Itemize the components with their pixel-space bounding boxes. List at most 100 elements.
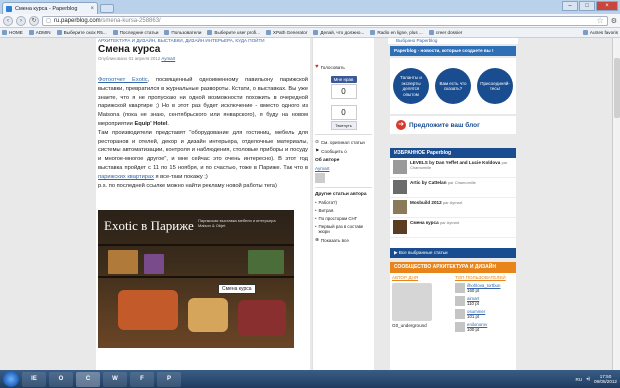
address-bar[interactable]: ◻ ru.paperblog.com/smena-kursa-258863/ ☆ bbox=[42, 15, 608, 26]
bookmark-icon bbox=[207, 30, 213, 35]
clock[interactable]: 17:50 09/05/2012 bbox=[594, 374, 617, 385]
like-count: 0 bbox=[330, 84, 357, 99]
taskbar-app[interactable]: W bbox=[103, 371, 127, 387]
page-title: Смена курса bbox=[98, 44, 161, 55]
other-articles-list: • Работа?) • Витрая. • По просторам СНГ • Пе… bbox=[315, 200, 372, 234]
folder-icon bbox=[582, 30, 588, 35]
breadcrumb[interactable]: АРХИТЕКТУРА И ДИЗАЙН, ВЫСТАВКИ, ДИЗАЙН И… bbox=[98, 38, 308, 43]
taskbar-app[interactable]: C bbox=[76, 371, 100, 387]
list-item[interactable]: • Первый раз в составе жюри bbox=[315, 224, 372, 234]
promo-circle[interactable]: Вам есть что сказать? bbox=[435, 68, 471, 104]
promo-circles: Таланты и эксперты делятся опытом Вам ес… bbox=[390, 58, 516, 114]
browser-tab[interactable]: Смена курса - Paperblog × bbox=[2, 2, 98, 14]
article-body: Фотоотчет Exotic, посвященный одноименно… bbox=[98, 77, 308, 189]
photo-caption: Смена курса bbox=[218, 284, 256, 294]
list-item[interactable]: LEVELS by Dan Yeffet and Lucie Koldova p… bbox=[390, 158, 516, 178]
author-name-link[interactable]: Aymart bbox=[315, 166, 372, 171]
list-item[interactable]: • Витрая. bbox=[315, 208, 372, 213]
back-button[interactable]: ‹ bbox=[3, 15, 13, 26]
all-featured-link[interactable]: ▶ Все выбранные статьи bbox=[390, 248, 516, 258]
community-heading: СООБЩЕСТВО АРХИТЕКТУРА И ДИЗАЙН bbox=[390, 262, 516, 273]
bookmark-icon bbox=[428, 30, 434, 35]
bookmark-item[interactable]: ADMIN bbox=[28, 30, 51, 35]
other-bookmarks[interactable]: Autres favoris bbox=[582, 30, 618, 35]
list-item[interactable]: aimart 110 pt bbox=[455, 296, 514, 306]
author-day-heading[interactable]: АВТОР ДНЯ bbox=[392, 275, 451, 280]
tweet-widget[interactable]: 0 Твитнуть bbox=[330, 105, 357, 130]
tab-close-icon[interactable]: × bbox=[90, 6, 94, 12]
exotic-link[interactable]: Фотоотчет Exotic bbox=[98, 77, 148, 83]
bookmarks-bar: HOME ADMIN Выберите охох R5... Последние… bbox=[0, 28, 620, 38]
tab-title: Смена курса - Paperblog bbox=[15, 5, 78, 12]
taskbar-app[interactable]: F bbox=[130, 371, 154, 387]
bookmark-item[interactable]: Делай, что должно... bbox=[313, 30, 364, 35]
avatar bbox=[455, 283, 465, 293]
volume-icon[interactable]: ◂) bbox=[586, 376, 590, 382]
avatar bbox=[455, 322, 465, 332]
tweet-button[interactable]: Твитнуть bbox=[330, 121, 357, 130]
community-box: СООБЩЕСТВО АРХИТЕКТУРА И ДИЗАЙН АВТОР ДН… bbox=[390, 262, 516, 370]
taskbar-app[interactable]: P bbox=[157, 371, 181, 387]
bookmark-icon bbox=[164, 30, 170, 35]
list-item[interactable]: enilonorov 100 pt bbox=[455, 322, 514, 332]
author-day-name[interactable]: G0_underground bbox=[392, 323, 451, 328]
reload-button[interactable]: ↻ bbox=[29, 15, 39, 26]
article-photo[interactable]: Exotic в Париже Парижская выставка мебел… bbox=[98, 210, 294, 348]
bookmark-icon bbox=[112, 30, 118, 35]
avatar[interactable] bbox=[392, 283, 432, 321]
bookmark-item[interactable]: Пользователи bbox=[164, 30, 201, 35]
scrollbar-thumb[interactable] bbox=[614, 58, 620, 118]
list-item[interactable]: osummer 101 pt bbox=[455, 309, 514, 319]
bookmark-item[interactable]: Выберите user profi... bbox=[207, 30, 260, 35]
start-button[interactable] bbox=[3, 371, 19, 387]
promo-circle[interactable]: Таланты и эксперты делятся опытом bbox=[393, 68, 429, 104]
bookmark-item[interactable]: HOME bbox=[2, 30, 23, 35]
avatar[interactable] bbox=[315, 173, 325, 183]
propose-blog-button[interactable]: ➜ Предложите ваш блог bbox=[390, 116, 516, 134]
list-item[interactable]: Artic by Cattelan par Chamomille bbox=[390, 178, 516, 198]
vote-button[interactable]: ♥ Голосовать bbox=[315, 64, 372, 70]
paperblog-banner[interactable]: Paperblog - новости, которые создаете вы… bbox=[390, 46, 516, 56]
report-link[interactable]: ⚑ Сообщить о bbox=[315, 148, 372, 154]
plus-icon: ⊕ bbox=[315, 237, 319, 242]
link-icon: ⊙ bbox=[315, 139, 319, 144]
minimize-button[interactable]: – bbox=[562, 1, 578, 11]
new-tab-button[interactable] bbox=[100, 4, 114, 13]
browser-titlebar: Смена курса - Paperblog × – □ × bbox=[0, 0, 620, 14]
page-icon: ◻ bbox=[46, 18, 51, 24]
bookmark-item[interactable]: Radio en ligne, plus ... bbox=[370, 30, 423, 35]
taskbar-app[interactable]: IE bbox=[22, 371, 46, 387]
close-window-button[interactable]: × bbox=[596, 1, 618, 11]
list-item[interactable]: ilhohlova_tortbun 160 pt bbox=[455, 283, 514, 293]
bookmark-icon bbox=[370, 30, 376, 35]
paperblog-selected-link[interactable]: Выбрано Paperblog bbox=[388, 38, 518, 44]
wrench-icon[interactable]: ⚙ bbox=[611, 17, 617, 25]
bookmark-icon bbox=[313, 30, 319, 35]
avatar bbox=[455, 296, 465, 306]
language-indicator[interactable]: RU bbox=[576, 377, 583, 382]
bookmark-item[interactable]: XPath Generator bbox=[265, 30, 307, 35]
author-link[interactable]: Aymart bbox=[161, 56, 175, 61]
heart-icon: ♥ bbox=[315, 64, 319, 70]
forward-button[interactable]: › bbox=[16, 15, 26, 26]
bookmark-star-icon[interactable]: ☆ bbox=[597, 16, 604, 25]
promo-circle[interactable]: Присоединяй-тесь! bbox=[477, 68, 513, 104]
bookmark-item[interactable]: Выберите охох R5... bbox=[56, 30, 107, 35]
list-item[interactable]: Mosbuild 2012 par Aymart bbox=[390, 198, 516, 218]
bookmark-item[interactable]: creer dossier bbox=[428, 30, 462, 35]
original-article-link[interactable]: ⊙ См. оригинал статьи bbox=[315, 139, 372, 145]
bookmark-icon bbox=[56, 30, 62, 35]
list-item[interactable]: • Работа?) bbox=[315, 200, 372, 205]
maximize-button[interactable]: □ bbox=[579, 1, 595, 11]
apartments-link[interactable]: парижских квартирах bbox=[98, 174, 154, 180]
arrow-right-icon: ➜ bbox=[396, 120, 406, 130]
vertical-scrollbar[interactable] bbox=[612, 38, 620, 370]
list-item[interactable]: • По просторам СНГ bbox=[315, 216, 372, 221]
list-item[interactable]: Смена курса par Aymart bbox=[390, 218, 516, 238]
facebook-like[interactable]: Мне нрав 0 bbox=[330, 76, 357, 99]
article: АРХИТЕКТУРА И ДИЗАЙН, ВЫСТАВКИ, ДИЗАЙН И… bbox=[96, 38, 310, 370]
taskbar-app[interactable]: O bbox=[49, 371, 73, 387]
top-users-heading[interactable]: ТОП ПОЛЬЗОВАТЕЛЕЙ bbox=[455, 275, 514, 280]
bookmark-item[interactable]: Последние статьи bbox=[112, 30, 158, 35]
show-all-link[interactable]: ⊕ Показать все bbox=[315, 237, 372, 243]
